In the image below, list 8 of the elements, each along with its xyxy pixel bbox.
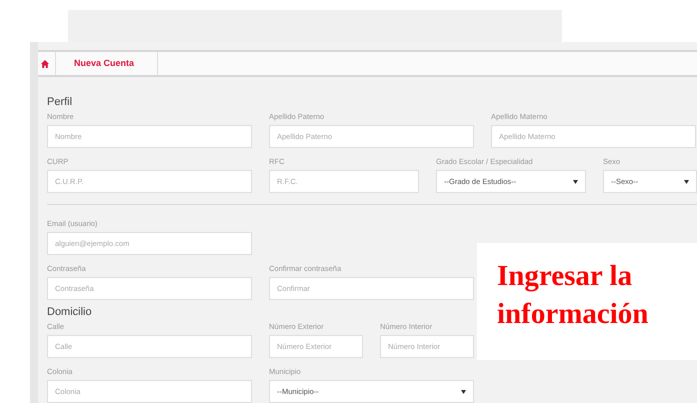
caret-icon — [461, 390, 466, 394]
callout-box: Ingresar la información — [477, 243, 697, 360]
section-heading: Domicilio — [47, 305, 92, 319]
caret-icon — [573, 180, 578, 184]
caret-icon — [684, 180, 689, 184]
section-heading: Perfil — [47, 95, 72, 109]
nav-tab[interactable]: Nueva Cuenta — [56, 52, 158, 75]
home-icon[interactable] — [41, 60, 49, 68]
